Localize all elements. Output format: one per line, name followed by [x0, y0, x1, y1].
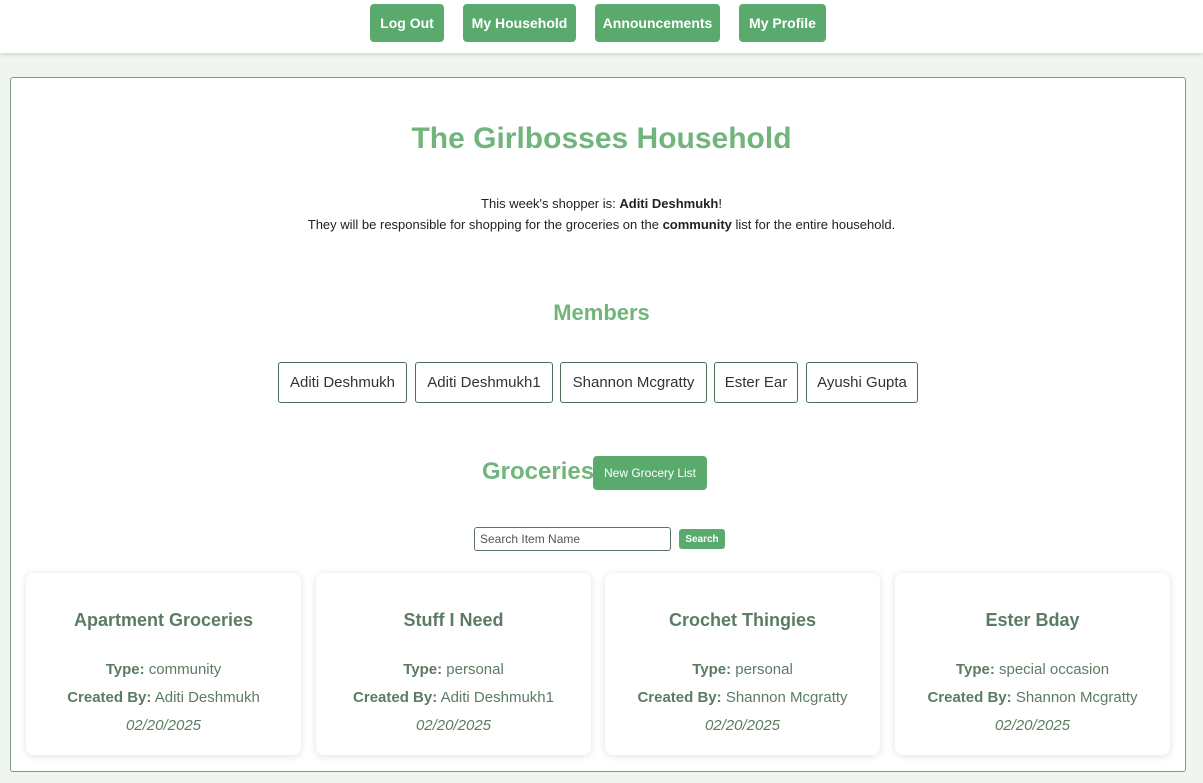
shopper-name: Aditi Deshmukh — [619, 196, 719, 211]
grocery-list-card[interactable]: Crochet Thingies Type: personal Created … — [605, 573, 880, 755]
member-button[interactable]: Aditi Deshmukh1 — [415, 362, 553, 403]
grocery-list-creator: Created By: Shannon Mcgratty — [605, 689, 880, 706]
type-label: Type: — [403, 661, 443, 678]
grocery-list-card[interactable]: Apartment Groceries Type: community Crea… — [26, 573, 301, 755]
grocery-list-creator: Created By: Aditi Deshmukh1 — [316, 689, 591, 706]
creator-value: Shannon Mcgratty — [1015, 689, 1138, 706]
logout-button[interactable]: Log Out — [370, 4, 444, 42]
announcements-button[interactable]: Announcements — [595, 4, 720, 42]
type-value: special occasion — [999, 661, 1110, 678]
creator-value: Shannon Mcgratty — [725, 689, 848, 706]
search-button[interactable]: Search — [679, 529, 725, 549]
type-value: community — [148, 661, 222, 678]
creator-value: Aditi Deshmukh — [154, 689, 260, 706]
grocery-list-creator: Created By: Aditi Deshmukh — [26, 689, 301, 706]
created-by-label: Created By: — [927, 689, 1012, 706]
grocery-list-card[interactable]: Ester Bday Type: special occasion Create… — [895, 573, 1170, 755]
grocery-list-creator: Created By: Shannon Mcgratty — [895, 689, 1170, 706]
created-by-label: Created By: — [637, 689, 722, 706]
grocery-list-card[interactable]: Stuff I Need Type: personal Created By: … — [316, 573, 591, 755]
created-by-label: Created By: — [67, 689, 152, 706]
grocery-list-type: Type: community — [26, 661, 301, 678]
responsibility-list-type: community — [662, 217, 732, 232]
grocery-list-type: Type: special occasion — [895, 661, 1170, 678]
my-profile-button[interactable]: My Profile — [739, 4, 826, 42]
grocery-list-name: Crochet Thingies — [668, 610, 816, 630]
grocery-list-type: Type: personal — [605, 661, 880, 678]
members-heading: Members — [553, 300, 650, 325]
creator-value: Aditi Deshmukh1 — [440, 689, 554, 706]
grocery-list-name: Stuff I Need — [403, 610, 504, 630]
my-household-button[interactable]: My Household — [463, 4, 576, 42]
shopper-announcement: This week's shopper is: Aditi Deshmukh! — [0, 196, 1203, 211]
top-navbar: Log Out My Household Announcements My Pr… — [0, 0, 1203, 53]
groceries-heading: Groceries — [482, 458, 595, 485]
grocery-list-name: Apartment Groceries — [73, 610, 254, 630]
type-label: Type: — [955, 661, 995, 678]
shopper-prefix: This week's shopper is: — [481, 196, 620, 211]
page-title: The Girlbosses Household — [411, 122, 792, 155]
search-input[interactable] — [474, 527, 671, 551]
shopper-responsibility: They will be responsible for shopping fo… — [0, 217, 1203, 232]
responsibility-prefix: They will be responsible for shopping fo… — [307, 217, 663, 232]
shopper-suffix: ! — [718, 196, 722, 211]
member-button[interactable]: Ester Ear — [714, 362, 798, 403]
type-label: Type: — [692, 661, 732, 678]
type-value: personal — [735, 661, 793, 678]
responsibility-suffix: list for the entire household. — [731, 217, 896, 232]
grocery-list-date: 02/20/2025 — [994, 717, 1071, 734]
type-value: personal — [446, 661, 504, 678]
grocery-list-date: 02/20/2025 — [704, 717, 781, 734]
grocery-list-type: Type: personal — [316, 661, 591, 678]
new-grocery-list-button[interactable]: New Grocery List — [593, 456, 707, 490]
grocery-list-date: 02/20/2025 — [125, 717, 202, 734]
member-button[interactable]: Ayushi Gupta — [806, 362, 918, 403]
grocery-list-date: 02/20/2025 — [415, 717, 492, 734]
type-label: Type: — [105, 661, 145, 678]
member-button[interactable]: Aditi Deshmukh — [278, 362, 407, 403]
member-button[interactable]: Shannon Mcgratty — [560, 362, 707, 403]
created-by-label: Created By: — [353, 689, 438, 706]
grocery-list-name: Ester Bday — [985, 610, 1080, 630]
